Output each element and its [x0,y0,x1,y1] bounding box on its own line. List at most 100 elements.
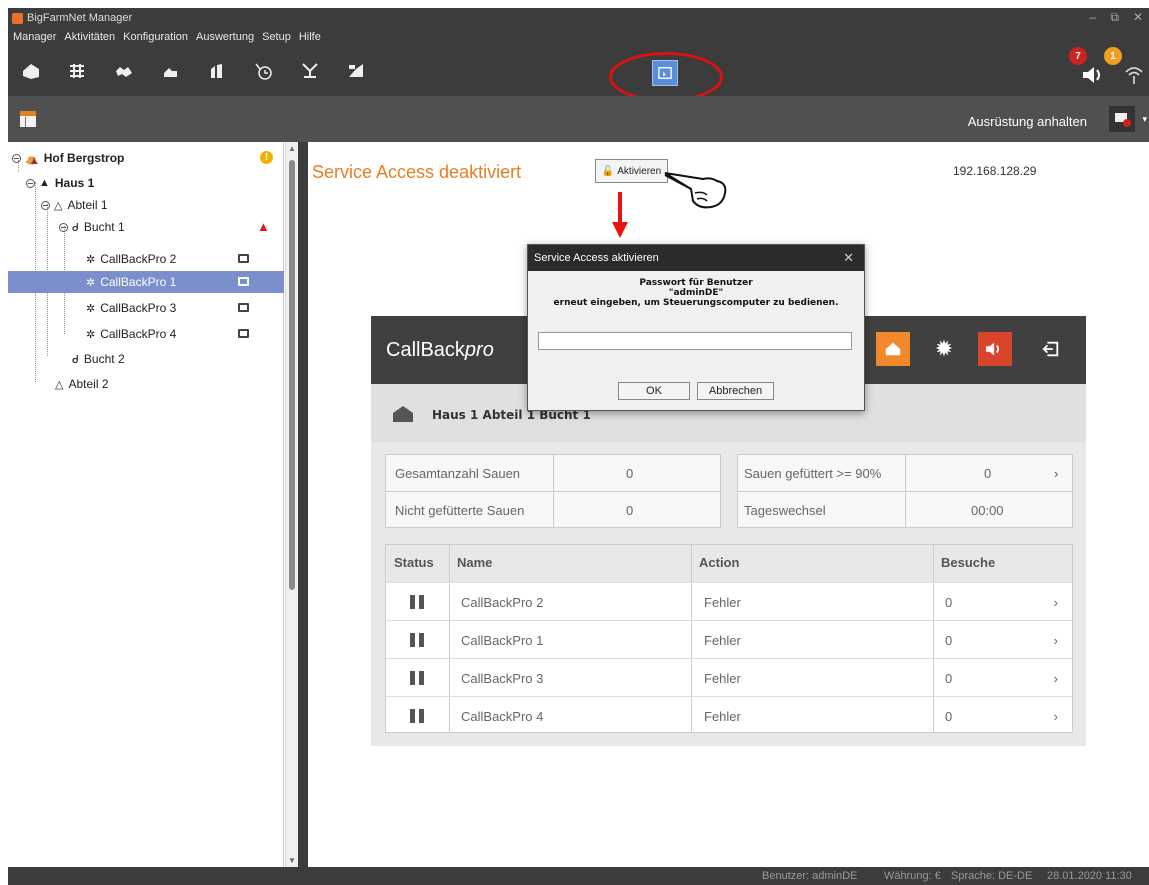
collapse-icon[interactable] [12,153,21,163]
scroll-up-icon[interactable]: ▲ [288,144,296,153]
barn-icon[interactable] [18,58,44,84]
stat-label: Tageswechsel [744,502,826,518]
menu-aktivitaeten[interactable]: Aktivitäten [64,31,115,43]
collapse-icon[interactable] [59,222,68,232]
pen-icon: ᑯ [72,221,79,234]
tree-node-abteil-2[interactable]: △ Abteil 2 [8,373,284,395]
scroll-thumb[interactable] [289,160,295,590]
halt-equipment-button[interactable] [1109,106,1135,132]
gear-icon: ✲ [86,276,96,289]
tree-node-label: CallBackPro 2 [100,252,177,266]
tree-node-callbackpro-3[interactable]: ✲ CallBackPro 3 [8,297,284,319]
table-row[interactable]: CallBackPro 1 Fehler 0 › [386,620,1072,658]
minimize-button[interactable]: – [1090,10,1097,25]
stat-label: Gesamtanzahl Sauen [395,465,521,481]
activate-button[interactable]: 🔓 Aktivieren [595,159,668,183]
menu-hilfe[interactable]: Hilfe [299,31,321,43]
dropdown-arrow-icon[interactable]: ▾ [1142,114,1147,125]
message-line: Passwort für Benutzer [639,278,753,288]
pig-icon[interactable] [157,58,183,84]
row-visits: 0 [945,633,953,648]
tree-node-label: Abteil 2 [68,377,109,391]
tree-node-abteil-1[interactable]: △ Abteil 1 [8,194,284,216]
tree-node-callbackpro-1[interactable]: ✲ CallBackPro 1 [8,271,284,293]
tree-scrollbar[interactable]: ▲ ▼ [285,142,298,867]
chevron-right-icon[interactable]: › [1054,633,1058,648]
gear-icon: ✲ [86,253,96,266]
red-arrow-icon [612,192,628,238]
menu-auswertung[interactable]: Auswertung [196,31,254,43]
message-line: "adminDE" [668,288,724,298]
ok-button[interactable]: OK [618,382,690,400]
collapse-icon[interactable] [41,200,50,210]
table-row[interactable]: CallBackPro 4 Fehler 0 › [386,696,1072,734]
dialog-title: Service Access aktivieren [534,252,659,264]
status-user: Benutzer: adminDE [762,870,858,882]
status-bar: Benutzer: adminDE Währung: € Sprache: DE… [8,867,1149,885]
controller-icon [238,303,249,312]
lock-icon: 🔓 [601,165,615,177]
feed-icon[interactable] [343,58,369,84]
close-button[interactable]: ✕ [1133,10,1143,25]
section-icon: △ [54,199,63,212]
silo-icon[interactable] [204,58,230,84]
row-visits: 0 [945,709,953,724]
speaker-icon[interactable] [1080,64,1106,86]
dialog-message: Passwort für Benutzer "adminDE" erneut e… [528,278,864,308]
logo-prefix: CallBack [386,339,465,361]
gear-icon: ✲ [86,328,96,341]
row-action: Fehler [704,709,741,724]
cancel-button[interactable]: Abbrechen [697,382,774,400]
chevron-right-icon[interactable]: › [1054,595,1058,610]
divider [905,455,906,527]
device-table: Status Name Action Besuche CallBackPro 2… [385,544,1073,733]
close-icon[interactable]: ✕ [843,250,854,266]
pigs-icon[interactable] [111,58,137,84]
chevron-right-icon[interactable]: › [1054,455,1058,491]
alarm-button[interactable] [978,332,1012,366]
settings-button[interactable]: ✹ [927,332,961,366]
app-logo-icon [12,12,23,24]
halt-equipment-label[interactable]: Ausrüstung anhalten [968,114,1087,129]
tree-node-callbackpro-4[interactable]: ✲ CallBackPro 4 [8,323,284,345]
window-controls: – ⧉ ✕ [1090,10,1143,25]
network-icon[interactable] [1123,62,1145,86]
message-line: erneut eingeben, um Steuerungscomputer z… [553,298,839,308]
pause-icon [410,633,424,647]
tree-node-bucht-1[interactable]: ᑯ Bucht 1 ▲ [8,216,284,238]
collapse-icon[interactable] [26,178,35,188]
layout-icon[interactable] [19,110,37,128]
stat-value: 0 [626,465,634,481]
table-row[interactable]: CallBackPro 3 Fehler 0 › [386,658,1072,696]
tree-node-callbackpro-2[interactable]: ✲ CallBackPro 2 [8,248,284,270]
menu-konfiguration[interactable]: Konfiguration [123,31,188,43]
tree-node-label: Hof Bergstrop [43,151,125,165]
panel-splitter[interactable] [298,142,308,867]
logout-icon [1042,341,1059,357]
logout-button[interactable] [1034,332,1068,366]
chevron-right-icon[interactable]: › [1054,671,1058,686]
grid-icon[interactable] [64,58,90,84]
col-action: Action [699,555,740,570]
main-toolbar [8,46,1149,96]
gear-icon: ✲ [86,302,96,315]
tree-node-farm[interactable]: ⛺ Hof Bergstrop ! [8,147,284,169]
table-row[interactable]: CallBackPro 2 Fehler 0 › [386,582,1072,620]
chevron-right-icon[interactable]: › [1054,709,1058,724]
home-button[interactable] [876,332,910,366]
schedule-icon[interactable] [250,58,276,84]
restore-button[interactable]: ⧉ [1110,10,1119,25]
menu-manager[interactable]: Manager [13,31,56,43]
password-input[interactable] [538,332,852,350]
scale-icon[interactable] [297,58,323,84]
stat-value: 0 [984,465,992,481]
service-access-button[interactable] [652,60,678,86]
controller-icon [238,329,249,338]
menu-setup[interactable]: Setup [262,31,291,43]
tree-node-bucht-2[interactable]: ᑯ Bucht 2 [8,348,284,370]
speaker-icon [986,342,1000,356]
service-access-dialog: Service Access aktivieren ✕ Passwort für… [527,244,865,411]
home-icon [885,342,901,356]
tree-node-haus-1[interactable]: ▲ Haus 1 [8,172,284,194]
scroll-down-icon[interactable]: ▼ [288,856,296,865]
